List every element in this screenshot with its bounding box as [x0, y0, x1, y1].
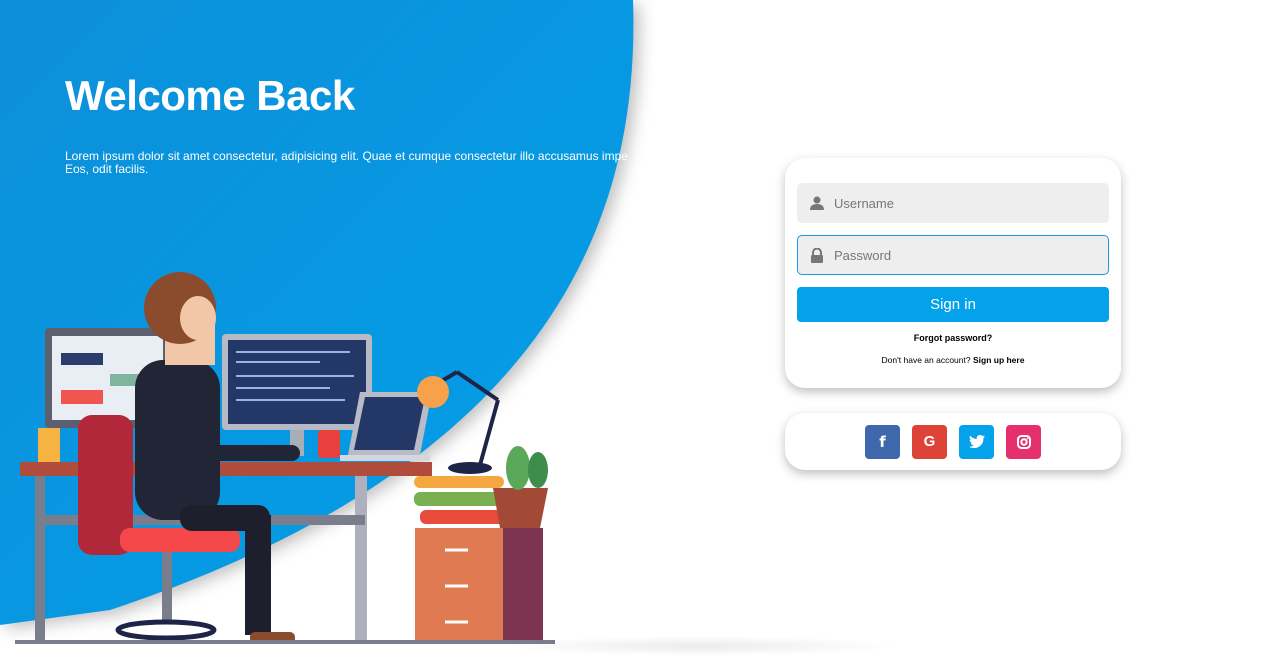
bottom-shadow [500, 636, 900, 656]
hero-title: Welcome Back [65, 72, 355, 119]
user-icon [810, 196, 824, 210]
sign-in-button[interactable]: Sign in [797, 287, 1109, 322]
username-field[interactable] [797, 183, 1109, 223]
social-login-card: f G [785, 413, 1121, 470]
facebook-icon: f [879, 432, 886, 451]
hero-text-line-1: Lorem ipsum dolor sit amet consectetur, … [65, 149, 628, 163]
signup-prompt: Don't have an account? [881, 355, 971, 365]
password-input[interactable] [834, 247, 1094, 263]
signup-row: Don't have an account? Sign up here [797, 355, 1109, 365]
login-card: Sign in Forgot password? Don't have an a… [785, 158, 1121, 388]
google-button[interactable]: G [912, 424, 947, 459]
forgot-password-link[interactable]: Forgot password? [797, 333, 1109, 343]
facebook-button[interactable]: f [865, 424, 900, 459]
hero-section: Welcome Back Lorem ipsum dolor sit amet … [65, 72, 633, 176]
hero-text-line-2: Eos, odit facilis. [65, 162, 149, 176]
password-field[interactable] [797, 235, 1109, 275]
signup-link[interactable]: Sign up here [973, 355, 1024, 365]
workspace-illustration [15, 272, 555, 644]
lock-icon [811, 247, 823, 263]
username-input[interactable] [834, 195, 1094, 211]
instagram-button[interactable] [1006, 424, 1041, 459]
twitter-button[interactable] [959, 424, 994, 459]
twitter-icon [968, 435, 985, 448]
instagram-icon [1016, 434, 1031, 449]
google-icon: G [923, 433, 936, 450]
